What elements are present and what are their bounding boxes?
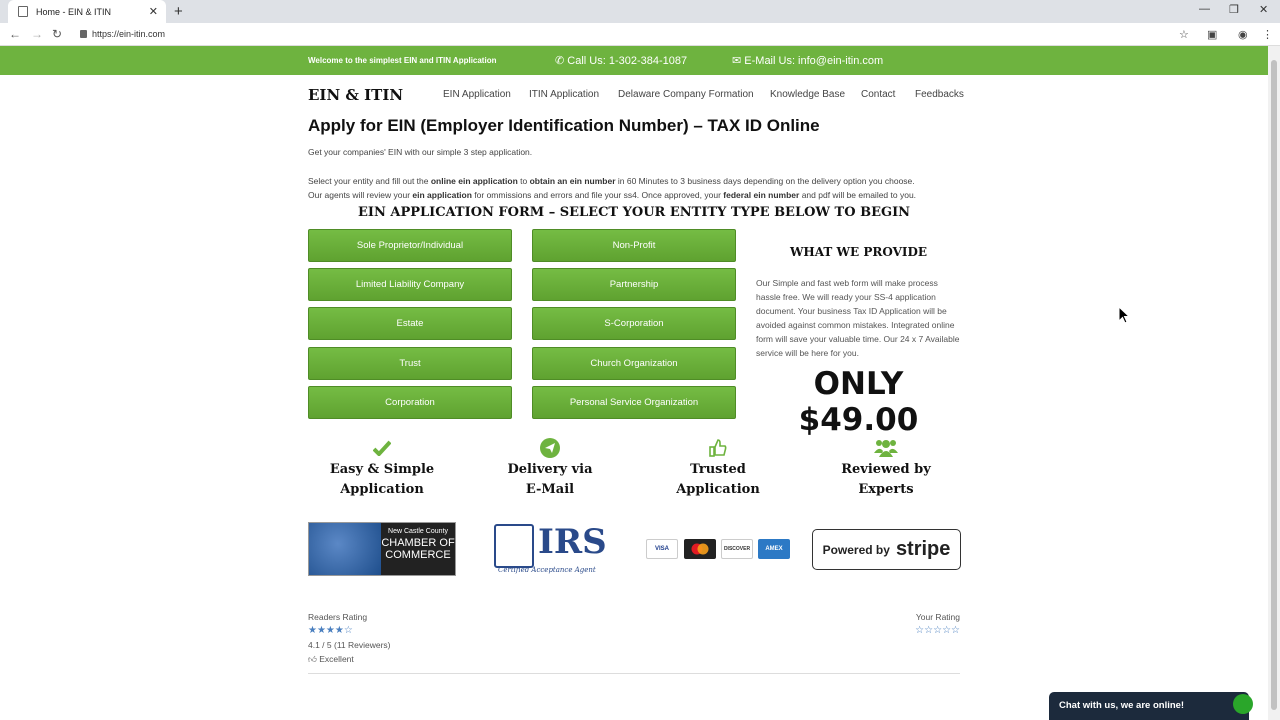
browser-tab[interactable]: Home - EIN & ITIN ✕ xyxy=(8,0,166,23)
your-rating-label: Your Rating xyxy=(915,612,960,622)
your-rating: Your Rating ☆☆☆☆☆ xyxy=(880,610,960,638)
menu-kebab-icon[interactable]: ⋮ xyxy=(1262,28,1273,41)
new-tab-icon[interactable]: + xyxy=(174,3,183,20)
readers-rating-label: Readers Rating xyxy=(308,612,368,622)
page-scrollbar[interactable] xyxy=(1268,46,1280,720)
email-link[interactable]: ✉ E-Mail Us: info@ein-itin.com xyxy=(732,54,883,67)
nav-knowledge-base[interactable]: Knowledge Base xyxy=(770,89,845,100)
nav-delaware-company-formation[interactable]: Delaware Company Formation xyxy=(618,89,754,100)
nav-contact[interactable]: Contact xyxy=(861,89,895,100)
chamber-emblem xyxy=(309,523,381,575)
entity-sole-proprietor-button[interactable]: Sole Proprietor/Individual xyxy=(308,229,512,262)
rating-verdict: Excellent xyxy=(319,654,354,664)
phone-icon: ✆ xyxy=(555,55,565,67)
thumbs-up-small-icon: 👍︎ xyxy=(308,654,317,664)
entity-partnership-button[interactable]: Partnership xyxy=(532,268,736,301)
discover-card-icon: DISCOVER xyxy=(721,539,753,559)
powered-by-stripe-badge: Powered by stripe xyxy=(812,529,961,570)
feature-easy: Easy & Simple Application xyxy=(307,437,457,500)
amex-card-icon: AMEX xyxy=(758,539,790,559)
paper-plane-icon xyxy=(475,437,625,459)
extension-icon[interactable]: ▣ xyxy=(1207,28,1217,41)
browser-tab-strip: Home - EIN & ITIN ✕ + — ❐ ✕ xyxy=(0,0,1280,23)
readers-stars-icon: ★★★★☆ xyxy=(308,625,353,636)
entity-trust-button[interactable]: Trust xyxy=(308,347,512,380)
bookmark-star-icon[interactable]: ☆ xyxy=(1179,28,1189,41)
check-icon xyxy=(307,437,457,459)
feature-trusted: Trusted Application xyxy=(643,437,793,500)
page-title: Apply for EIN (Employer Identification N… xyxy=(308,116,820,135)
entity-church-button[interactable]: Church Organization xyxy=(532,347,736,380)
mastercard-icon xyxy=(684,539,716,559)
provide-text: Our Simple and fast web form will make p… xyxy=(756,278,960,358)
call-text: Call Us: 1-302-384-1087 xyxy=(567,55,688,67)
scrollbar-thumb[interactable] xyxy=(1271,60,1277,710)
page-favicon-icon xyxy=(18,6,28,17)
page-subtitle: Get your companies' EIN with our simple … xyxy=(308,147,533,157)
irs-eagle-emblem xyxy=(494,524,534,568)
your-rating-stars[interactable]: ☆☆☆☆☆ xyxy=(880,624,960,638)
chamber-of-commerce-logo: New Castle County CHAMBER OF COMMERCE xyxy=(308,522,456,576)
minimize-icon[interactable]: — xyxy=(1199,3,1210,15)
back-icon[interactable]: ← xyxy=(9,27,21,41)
window-close-icon[interactable]: ✕ xyxy=(1259,3,1268,16)
url-text: https://ein-itin.com xyxy=(92,29,166,39)
chat-text: Chat with us, we are online! xyxy=(1059,700,1185,711)
irs-logo: IRS Certified Acceptance Agent xyxy=(494,522,607,578)
url-field[interactable]: https://ein-itin.com xyxy=(80,29,165,39)
nav-ein-application[interactable]: EIN Application xyxy=(443,89,511,100)
nav-feedbacks[interactable]: Feedbacks xyxy=(915,89,964,100)
form-title: EIN APPLICATION FORM – SELECT YOUR ENTIT… xyxy=(357,205,911,220)
welcome-text: Welcome to the simplest EIN and ITIN App… xyxy=(308,56,497,65)
entity-s-corporation-button[interactable]: S-Corporation xyxy=(532,307,736,340)
envelope-icon: ✉ xyxy=(732,55,742,67)
entity-non-profit-button[interactable]: Non-Profit xyxy=(532,229,736,262)
entity-llc-button[interactable]: Limited Liability Company xyxy=(308,268,512,301)
nav-itin-application[interactable]: ITIN Application xyxy=(529,89,599,100)
restore-icon[interactable]: ❐ xyxy=(1229,3,1239,16)
online-indicator-icon xyxy=(1233,694,1253,714)
email-text: E-Mail Us: info@ein-itin.com xyxy=(744,55,884,67)
top-contact-bar: Welcome to the simplest EIN and ITIN App… xyxy=(0,46,1268,75)
intro-paragraph: Select your entity and fill out the onli… xyxy=(308,176,917,200)
lock-icon xyxy=(80,30,87,38)
thumbs-up-icon xyxy=(643,437,793,459)
site-logo[interactable]: EIN & ITIN xyxy=(308,86,403,104)
tab-close-icon[interactable]: ✕ xyxy=(149,5,158,18)
entity-personal-service-button[interactable]: Personal Service Organization xyxy=(532,386,736,419)
address-bar: ← → ↻ https://ein-itin.com ☆ ▣ ◉ ⋮ xyxy=(0,23,1280,46)
tab-title: Home - EIN & ITIN xyxy=(36,6,112,17)
chat-widget[interactable]: Chat with us, we are online! xyxy=(1049,692,1253,720)
profile-icon[interactable]: ◉ xyxy=(1238,28,1248,41)
visa-card-icon: VISA xyxy=(646,539,678,559)
divider xyxy=(308,673,960,674)
call-link[interactable]: ✆ Call Us: 1-302-384-1087 xyxy=(555,54,687,67)
forward-icon[interactable]: → xyxy=(31,27,43,41)
users-icon xyxy=(811,437,961,459)
price-label: ONLY $49.00 xyxy=(798,366,919,438)
reload-icon[interactable]: ↻ xyxy=(52,27,62,41)
provide-title: WHAT WE PROVIDE xyxy=(789,245,928,259)
entity-corporation-button[interactable]: Corporation xyxy=(308,386,512,419)
feature-reviewed: Reviewed by Experts xyxy=(811,437,961,500)
rating-score: 4.1 / 5 (11 Reviewers) xyxy=(308,640,391,650)
feature-delivery: Delivery via E-Mail xyxy=(475,437,625,500)
readers-rating: Readers Rating ★★★★☆ 4.1 / 5 (11 Reviewe… xyxy=(308,610,391,666)
entity-estate-button[interactable]: Estate xyxy=(308,307,512,340)
